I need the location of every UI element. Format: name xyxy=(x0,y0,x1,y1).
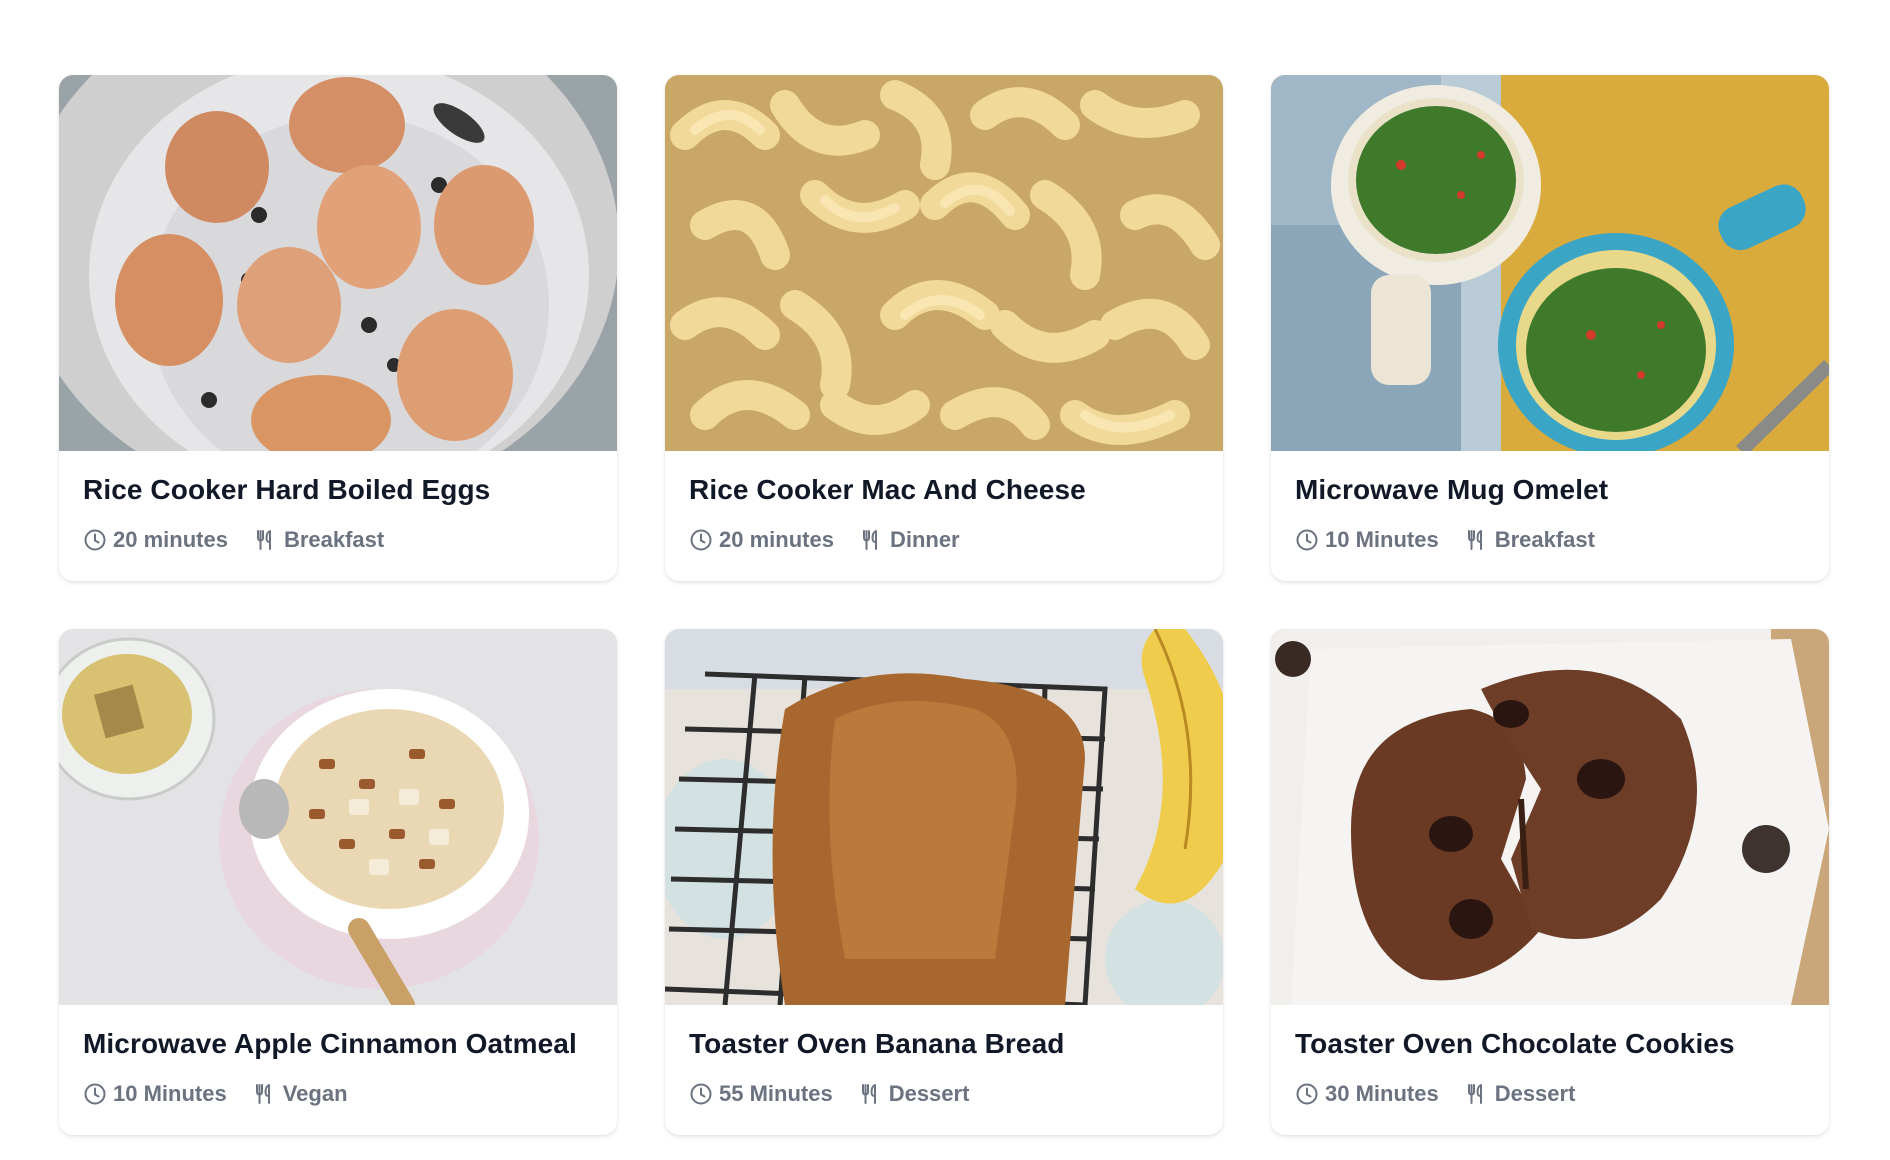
chocolate-cookie-image xyxy=(1271,629,1829,1005)
clock-icon xyxy=(1296,1083,1318,1105)
recipe-meta: 10 Minutes Vegan xyxy=(83,1081,593,1107)
recipe-time-label: 10 Minutes xyxy=(1325,527,1439,552)
recipe-time-label: 10 Minutes xyxy=(113,1081,227,1106)
recipe-image[interactable] xyxy=(59,629,617,1005)
recipe-card[interactable]: Rice Cooker Mac And Cheese 20 minutes Di… xyxy=(665,75,1223,581)
utensils-icon xyxy=(862,530,877,550)
mac-and-cheese-image xyxy=(665,75,1223,451)
recipe-image[interactable] xyxy=(1271,75,1829,451)
banana-bread-image xyxy=(665,629,1223,1005)
clock-icon xyxy=(84,1083,106,1105)
recipe-time: 10 Minutes xyxy=(83,1081,227,1107)
utensils-icon xyxy=(861,1084,876,1104)
recipe-time-label: 20 minutes xyxy=(719,527,834,552)
recipe-title[interactable]: Toaster Oven Chocolate Cookies xyxy=(1295,1027,1805,1061)
recipe-category: Dessert xyxy=(1465,1081,1576,1107)
clock-icon xyxy=(1296,529,1318,551)
recipe-meta: 55 Minutes Dessert xyxy=(689,1081,1199,1107)
recipe-category: Breakfast xyxy=(1465,527,1595,553)
recipe-title[interactable]: Microwave Mug Omelet xyxy=(1295,473,1805,507)
recipe-category: Breakfast xyxy=(254,527,384,553)
oatmeal-image xyxy=(59,629,617,1005)
omelet-image xyxy=(1271,75,1829,451)
recipe-time: 55 Minutes xyxy=(689,1081,833,1107)
recipe-category-label: Vegan xyxy=(282,1081,348,1106)
recipe-time: 30 Minutes xyxy=(1295,1081,1439,1107)
recipe-card[interactable]: Microwave Mug Omelet 10 Minutes Breakfas… xyxy=(1271,75,1829,581)
clock-icon xyxy=(690,529,712,551)
recipe-time: 20 minutes xyxy=(83,527,228,553)
recipe-category-label: Dessert xyxy=(1494,1081,1576,1106)
recipe-card[interactable]: Toaster Oven Banana Bread 55 Minutes Des… xyxy=(665,629,1223,1135)
utensils-icon xyxy=(1467,1084,1482,1104)
recipe-title[interactable]: Rice Cooker Hard Boiled Eggs xyxy=(83,473,593,507)
recipe-card[interactable]: Toaster Oven Chocolate Cookies 30 Minute… xyxy=(1271,629,1829,1135)
recipe-image[interactable] xyxy=(1271,629,1829,1005)
clock-icon xyxy=(690,1083,712,1105)
recipe-category: Dinner xyxy=(860,527,960,553)
utensils-icon xyxy=(1467,530,1482,550)
eggs-image xyxy=(59,75,617,451)
recipe-meta: 20 minutes Breakfast xyxy=(83,527,593,553)
recipe-card[interactable]: Rice Cooker Hard Boiled Eggs 20 minutes … xyxy=(59,75,617,581)
recipe-category: Dessert xyxy=(859,1081,970,1107)
recipe-meta: 10 Minutes Breakfast xyxy=(1295,527,1805,553)
recipe-image[interactable] xyxy=(665,75,1223,451)
recipe-category-label: Dinner xyxy=(889,527,960,552)
recipe-category: Vegan xyxy=(253,1081,348,1107)
recipe-image[interactable] xyxy=(665,629,1223,1005)
recipe-time: 20 minutes xyxy=(689,527,834,553)
recipe-meta: 30 Minutes Dessert xyxy=(1295,1081,1805,1107)
recipe-time-label: 20 minutes xyxy=(113,527,228,552)
clock-icon xyxy=(84,529,106,551)
recipe-time-label: 30 Minutes xyxy=(1325,1081,1439,1106)
utensils-icon xyxy=(255,1084,270,1104)
recipe-category-label: Breakfast xyxy=(283,527,385,552)
recipe-title[interactable]: Toaster Oven Banana Bread xyxy=(689,1027,1199,1061)
recipe-card[interactable]: Microwave Apple Cinnamon Oatmeal 10 Minu… xyxy=(59,629,617,1135)
recipe-time-label: 55 Minutes xyxy=(719,1081,833,1106)
recipe-category-label: Dessert xyxy=(888,1081,970,1106)
recipe-category-label: Breakfast xyxy=(1494,527,1595,552)
recipe-title[interactable]: Microwave Apple Cinnamon Oatmeal xyxy=(83,1027,593,1061)
utensils-icon xyxy=(256,530,271,550)
recipe-grid: Rice Cooker Hard Boiled Eggs 20 minutes … xyxy=(59,75,1829,1135)
recipe-image[interactable] xyxy=(59,75,617,451)
recipe-title[interactable]: Rice Cooker Mac And Cheese xyxy=(689,473,1199,507)
recipe-time: 10 Minutes xyxy=(1295,527,1439,553)
recipe-meta: 20 minutes Dinner xyxy=(689,527,1199,553)
